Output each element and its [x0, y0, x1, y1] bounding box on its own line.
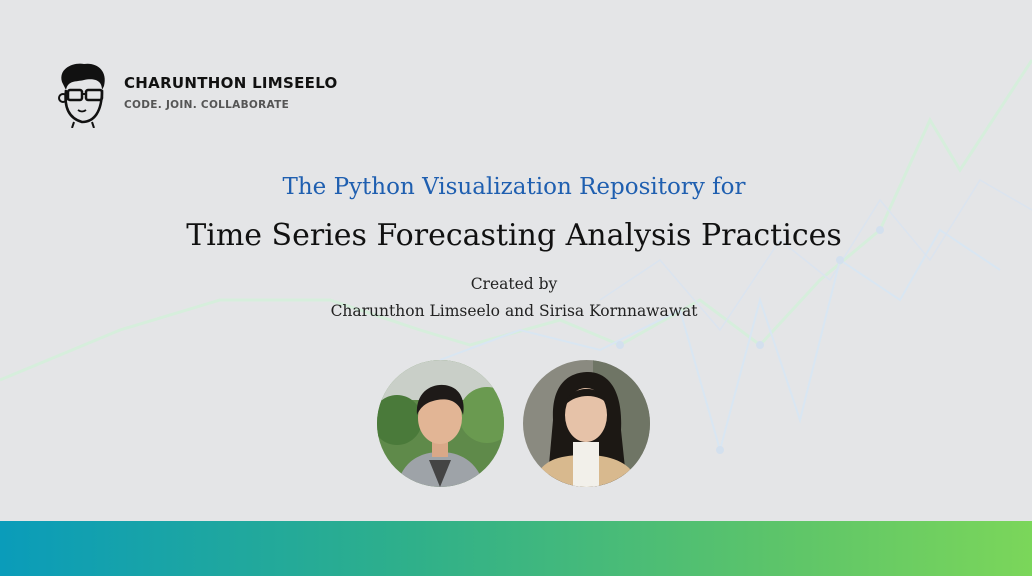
- credits-label: Created by: [470, 275, 558, 293]
- title-line-2: Time Series Forecasting Analysis Practic…: [186, 218, 842, 253]
- author-photo-2: [523, 360, 650, 487]
- brand-name: CHARUNTHON LIMSEELO: [124, 74, 338, 92]
- footer-gradient-bar: [0, 521, 1032, 576]
- author-photo-1: [377, 360, 504, 487]
- credits-authors: Charunthon Limseelo and Sirisa Kornnawaw…: [330, 302, 698, 320]
- avatar-logo-icon: [58, 63, 105, 128]
- title-line-1: The Python Visualization Repository for: [282, 174, 746, 200]
- brand-tagline: CODE. JOIN. COLLABORATE: [124, 99, 290, 111]
